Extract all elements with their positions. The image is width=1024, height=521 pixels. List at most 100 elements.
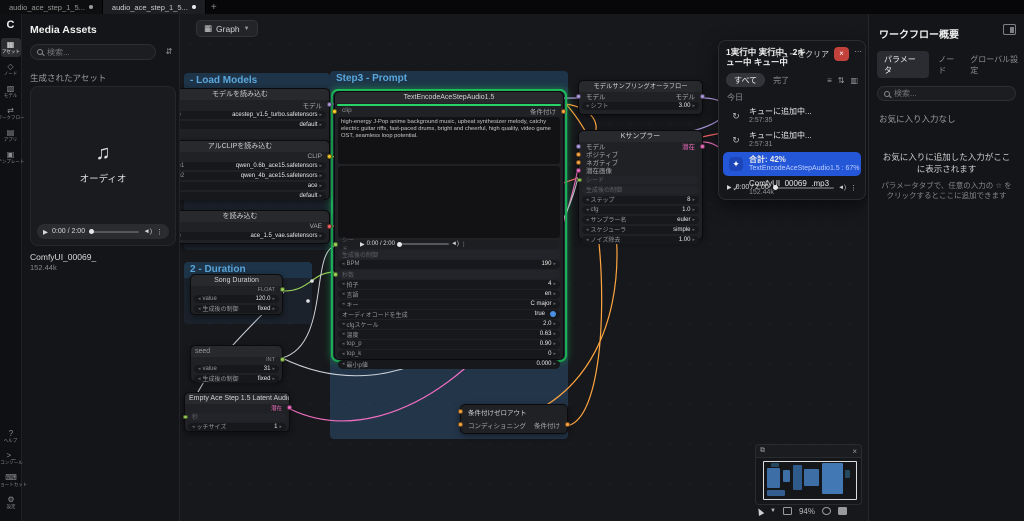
widget-row[interactable]: ◂言語en▸ [338,290,560,299]
widget-row[interactable]: ◂ノイズ除去1.00▸ [582,236,699,245]
increment-icon[interactable]: ▸ [272,296,275,302]
queue-panel[interactable]: 1実行中 実行中、2キュー中 キュー中 キューをクリア × ⋯ すべて 完了 ≡… [718,40,866,200]
queue-tab-done[interactable]: 完了 [773,75,789,86]
decrement-icon[interactable]: ◂ [342,281,345,287]
play-icon[interactable]: ▶ [43,228,48,236]
decrement-icon[interactable]: ◂ [586,217,589,223]
node-text-encode-ace-step[interactable]: TextEncodeAceStepAudio1.5 clip 条件付け high… [334,91,564,360]
widget-row[interactable]: ◂最小p値0.000▸ [338,360,560,369]
clip-output-socket[interactable] [327,154,332,159]
widget-row[interactable]: ◂top_p0.90▸ [338,340,560,349]
node-conditioning-zero-out[interactable]: 条件付けゼロアウト コンディショニング 条件付け [460,404,568,434]
increment-icon[interactable]: ▸ [692,237,695,243]
seek-bar[interactable] [773,187,834,189]
decrement-icon[interactable]: ◂ [342,361,345,367]
comfy-logo[interactable]: C [4,19,18,32]
model-input-socket[interactable] [576,144,581,149]
lyrics-textarea[interactable] [338,166,560,238]
more-icon[interactable]: ⋮ [461,241,467,248]
decrement-icon[interactable]: ◂ [198,296,201,302]
model-output-socket[interactable] [327,102,332,107]
more-icon[interactable]: ⋯ [854,47,862,56]
sort-icon[interactable]: ⇅ [838,76,845,85]
decrement-icon[interactable]: ◂ [342,261,345,267]
connected-widget-row[interactable]: 生成後の制御 [582,186,699,195]
increment-icon[interactable]: ▸ [553,351,556,357]
int-output-socket[interactable] [280,357,285,362]
graph-selector[interactable]: ▦ Graph ▼ [196,20,258,37]
filter-icon[interactable]: ⇵ [162,46,176,58]
node-song-duration[interactable]: Song Duration FLOAT ◂value120.0▸◂生成後の制御f… [190,274,283,315]
negative-input-socket[interactable] [576,160,581,165]
widget-row[interactable]: ◂スケジューラsimple▸ [582,226,699,235]
decrement-icon[interactable]: ◂ [342,291,345,297]
tags-textarea[interactable]: high-energy J-Pop anime background music… [338,117,560,164]
float-output-socket[interactable] [280,287,285,292]
increment-icon[interactable]: ▸ [319,112,322,118]
sidebar-rail-settings[interactable]: ⚙設定 [1,493,21,512]
decrement-icon[interactable]: ◂ [192,424,195,430]
widget-row[interactable]: ◂BPM190▸ [338,260,560,269]
increment-icon[interactable]: ▸ [319,173,322,179]
latent-output-socket[interactable] [287,405,292,410]
increment-icon[interactable]: ▸ [272,306,275,312]
sidebar-rail-shortcuts[interactable]: ⌨ショートカット [1,471,21,490]
decrement-icon[interactable]: ◂ [342,331,345,337]
decrement-icon[interactable]: ◂ [342,351,345,357]
conditioning-output-socket[interactable] [565,422,570,427]
stop-queue-button[interactable]: × [834,47,849,61]
audio-player-row[interactable]: シード▶0:00 / 2:00◄)⋮ [338,240,560,249]
decrement-icon[interactable]: ◂ [586,237,589,243]
group-title[interactable]: Step3 - Prompt [330,71,568,87]
widget-row[interactable]: ◂温度0.63▸ [338,330,560,339]
increment-icon[interactable]: ▸ [553,261,556,267]
latent-output-socket[interactable] [700,144,705,149]
queue-item-pending[interactable]: ↻キューに追加中...2:57:31 [723,128,861,152]
increment-icon[interactable]: ▸ [553,291,556,297]
decrement-icon[interactable]: ◂ [342,321,345,327]
increment-icon[interactable]: ▸ [319,233,322,239]
increment-icon[interactable]: ▸ [319,122,322,128]
widget-row[interactable]: ◂拍子4▸ [338,280,560,289]
workflow-tab[interactable]: audio_ace_step_1_5... [0,0,103,14]
connected-widget-row[interactable]: 秒 [188,413,286,422]
tab-global-settings[interactable]: グローバル設定 [970,54,1024,76]
increment-icon[interactable]: ▸ [692,227,695,233]
tab-parameters[interactable]: パラメータ [877,51,929,78]
increment-icon[interactable]: ▸ [272,366,275,372]
decrement-icon[interactable]: ◂ [198,306,201,312]
decrement-icon[interactable]: ◂ [586,197,589,203]
increment-icon[interactable]: ▸ [553,341,556,347]
node-title[interactable]: 条件付けゼロアウト [468,407,527,417]
increment-icon[interactable]: ▸ [553,301,556,307]
sidebar-rail-apps[interactable]: ▤アプリ [1,126,21,145]
more-icon[interactable]: ⋮ [850,184,857,192]
audio-asset-card[interactable]: ♫ オーディオ ▶ 0:00 / 2:00 ◄) ⋮ [30,86,176,246]
widget-row[interactable]: ◂サンプラー名euler▸ [582,216,699,225]
widget-row[interactable]: ◂キーC major▸ [338,300,560,309]
decrement-icon[interactable]: ◂ [198,376,201,382]
widget-row[interactable]: ◂シフト3.00▸ [582,102,699,111]
increment-icon[interactable]: ▸ [553,361,556,367]
positive-input-socket[interactable] [576,152,581,157]
vae-output-socket[interactable] [327,224,332,229]
increment-icon[interactable]: ▸ [692,217,695,223]
model-output-socket[interactable] [700,94,705,99]
minimap[interactable] [755,457,862,505]
queue-item-pending[interactable]: ↻キューに追加中...2:57:35 [723,104,861,128]
sidebar-rail-console[interactable]: >_コンソール [1,449,21,468]
fit-view-icon[interactable] [822,507,831,515]
new-tab-button[interactable]: + [206,0,222,14]
node-title[interactable]: Song Duration [191,275,282,286]
increment-icon[interactable]: ▸ [692,197,695,203]
collapse-panel-icon[interactable] [1003,24,1016,35]
sidebar-rail-nodes[interactable]: ◇ノード [1,60,21,79]
cursor-tool-icon[interactable] [756,507,765,516]
node-empty-ace-latent[interactable]: Empty Ace Step 1.5 Latent Audio 潜在 秒◂ッチサ… [184,392,290,432]
toggle-icon[interactable] [550,311,556,317]
node-title[interactable]: TextEncodeAceStepAudio1.5 [335,92,563,103]
toggle-row[interactable]: オーディオコードを生成true [338,310,560,319]
filter-icon[interactable]: ≡ [827,76,832,85]
audio-player[interactable]: ▶ 0:00 / 2:00 ◄) ⋮ [37,224,169,239]
connected-widget-row[interactable]: 生成後の制御 [338,250,560,259]
